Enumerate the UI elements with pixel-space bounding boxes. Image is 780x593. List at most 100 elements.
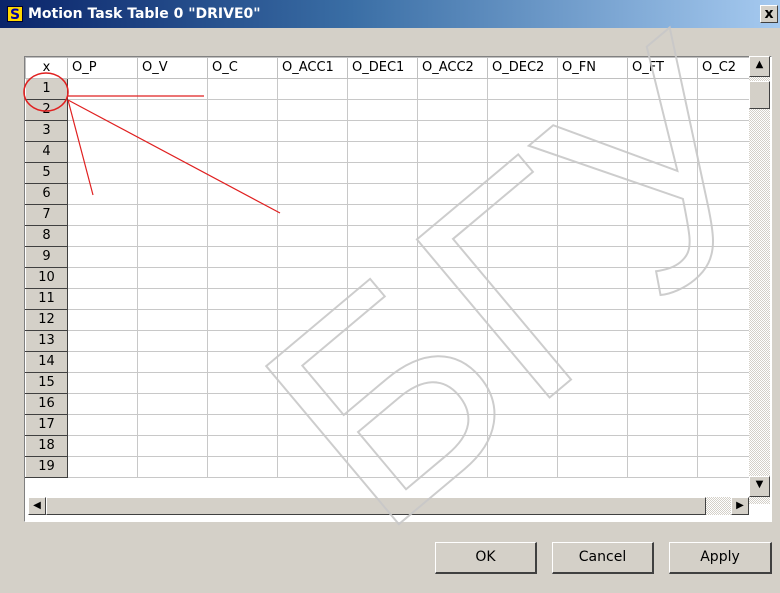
table-cell[interactable]	[277, 204, 348, 226]
table-cell[interactable]	[487, 393, 558, 415]
table-cell[interactable]	[627, 309, 698, 331]
table-cell[interactable]	[207, 246, 278, 268]
table-cell[interactable]	[207, 414, 278, 436]
table-cell[interactable]	[277, 456, 348, 478]
table-cell[interactable]	[137, 456, 208, 478]
table-cell[interactable]	[277, 330, 348, 352]
row-header[interactable]: 1	[25, 78, 68, 100]
table-cell[interactable]	[417, 120, 488, 142]
table-cell[interactable]	[487, 78, 558, 100]
table-cell[interactable]	[627, 288, 698, 310]
table-cell[interactable]	[557, 141, 628, 163]
table-cell[interactable]	[347, 372, 418, 394]
table-cell[interactable]	[207, 120, 278, 142]
table-cell[interactable]	[347, 435, 418, 457]
table-cell[interactable]	[277, 162, 348, 184]
table-cell[interactable]	[67, 120, 138, 142]
row-header[interactable]: 6	[25, 183, 68, 205]
table-cell[interactable]	[347, 351, 418, 373]
table-cell[interactable]	[557, 309, 628, 331]
row-header[interactable]: 15	[25, 372, 68, 394]
table-cell[interactable]	[277, 246, 348, 268]
row-header[interactable]: 8	[25, 225, 68, 247]
table-cell[interactable]	[417, 456, 488, 478]
table-cell[interactable]	[347, 288, 418, 310]
table-cell[interactable]	[557, 99, 628, 121]
table-cell[interactable]	[277, 225, 348, 247]
table-cell[interactable]	[207, 204, 278, 226]
table-cell[interactable]	[347, 162, 418, 184]
table-cell[interactable]	[417, 162, 488, 184]
table-cell[interactable]	[277, 288, 348, 310]
table-cell[interactable]	[277, 141, 348, 163]
table-cell[interactable]	[417, 351, 488, 373]
column-header[interactable]: O_ACC1	[277, 57, 348, 79]
table-cell[interactable]	[137, 372, 208, 394]
close-button[interactable]: x	[760, 5, 778, 23]
table-cell[interactable]	[207, 267, 278, 289]
table-cell[interactable]	[417, 183, 488, 205]
table-cell[interactable]	[347, 267, 418, 289]
table-cell[interactable]	[487, 162, 558, 184]
row-header[interactable]: 10	[25, 267, 68, 289]
table-cell[interactable]	[207, 225, 278, 247]
table-cell[interactable]	[137, 120, 208, 142]
ok-button[interactable]: OK	[435, 542, 537, 574]
column-header[interactable]: O_FN	[557, 57, 628, 79]
table-cell[interactable]	[277, 267, 348, 289]
table-cell[interactable]	[277, 309, 348, 331]
table-cell[interactable]	[67, 414, 138, 436]
table-cell[interactable]	[487, 225, 558, 247]
table-cell[interactable]	[417, 99, 488, 121]
table-cell[interactable]	[137, 309, 208, 331]
title-bar[interactable]: S Motion Task Table 0 "DRIVE0" x	[0, 0, 780, 28]
vertical-scroll-thumb[interactable]	[749, 81, 770, 109]
table-cell[interactable]	[347, 456, 418, 478]
scroll-up-button[interactable]: ▲	[749, 56, 770, 77]
row-header[interactable]: 4	[25, 141, 68, 163]
table-cell[interactable]	[487, 351, 558, 373]
table-cell[interactable]	[417, 372, 488, 394]
row-header[interactable]: 19	[25, 456, 68, 478]
table-cell[interactable]	[487, 456, 558, 478]
table-cell[interactable]	[557, 204, 628, 226]
table-cell[interactable]	[207, 162, 278, 184]
table-cell[interactable]	[67, 351, 138, 373]
table-cell[interactable]	[347, 330, 418, 352]
table-cell[interactable]	[627, 204, 698, 226]
table-cell[interactable]	[347, 204, 418, 226]
table-cell[interactable]	[137, 351, 208, 373]
table-cell[interactable]	[67, 162, 138, 184]
column-header[interactable]: O_DEC2	[487, 57, 558, 79]
table-cell[interactable]	[557, 393, 628, 415]
table-cell[interactable]	[277, 99, 348, 121]
horizontal-scrollbar[interactable]: ◀ ▶	[28, 497, 749, 515]
table-cell[interactable]	[67, 78, 138, 100]
table-cell[interactable]	[207, 288, 278, 310]
table-cell[interactable]	[207, 141, 278, 163]
table-cell[interactable]	[557, 267, 628, 289]
table-cell[interactable]	[557, 435, 628, 457]
row-header[interactable]: 16	[25, 393, 68, 415]
table-cell[interactable]	[627, 372, 698, 394]
table-cell[interactable]	[627, 330, 698, 352]
table-cell[interactable]	[627, 162, 698, 184]
column-header[interactable]: O_V	[137, 57, 208, 79]
table-cell[interactable]	[137, 414, 208, 436]
table-cell[interactable]	[627, 393, 698, 415]
table-cell[interactable]	[487, 288, 558, 310]
table-cell[interactable]	[417, 435, 488, 457]
table-cell[interactable]	[137, 141, 208, 163]
table-cell[interactable]	[627, 435, 698, 457]
table-cell[interactable]	[627, 225, 698, 247]
table-cell[interactable]	[277, 78, 348, 100]
table-cell[interactable]	[67, 267, 138, 289]
table-cell[interactable]	[277, 372, 348, 394]
table-cell[interactable]	[137, 204, 208, 226]
table-cell[interactable]	[347, 141, 418, 163]
table-cell[interactable]	[207, 330, 278, 352]
table-cell[interactable]	[207, 393, 278, 415]
table-cell[interactable]	[557, 183, 628, 205]
table-cell[interactable]	[67, 435, 138, 457]
row-header[interactable]: 2	[25, 99, 68, 121]
